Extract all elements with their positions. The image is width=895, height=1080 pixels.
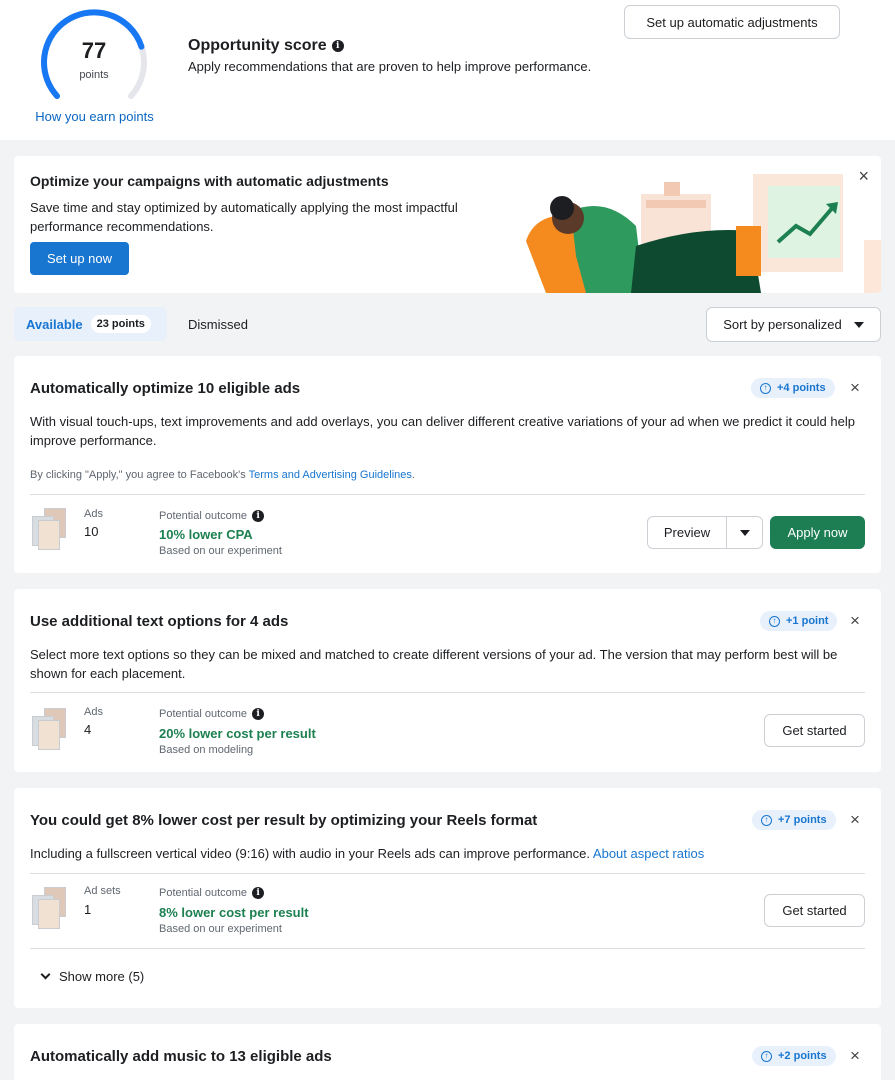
setup-now-button[interactable]: Set up now — [30, 242, 129, 275]
caret-down-icon — [853, 321, 864, 328]
terms-link[interactable]: Terms and Advertising Guidelines — [249, 469, 412, 481]
card-title: You could get 8% lower cost per result b… — [30, 812, 538, 829]
show-more-button[interactable]: Show more (5) — [40, 969, 145, 984]
recommendation-tabs: Available 23 points Dismissed Sort by pe… — [14, 307, 881, 342]
available-points-badge: 23 points — [90, 315, 151, 333]
tab-available-label: Available — [26, 316, 83, 332]
sort-label: Sort by personalized — [723, 317, 842, 332]
info-icon[interactable]: i — [252, 708, 265, 720]
page-title: Opportunity score i — [188, 37, 344, 55]
card-title: Automatically optimize 10 eligible ads — [30, 380, 301, 397]
arrow-up-icon: ↑ — [760, 382, 771, 394]
card-title: Use additional text options for 4 ads — [30, 613, 289, 630]
automatic-adjustments-banner: Optimize your campaigns with automatic a… — [14, 156, 881, 293]
recommendation-card: Automatically optimize 10 eligible ads ↑… — [14, 356, 881, 573]
show-more-label: Show more (5) — [59, 969, 145, 984]
chevron-down-icon — [40, 969, 51, 980]
points-badge: ↑ +7 points — [752, 810, 836, 830]
legal-suffix: . — [411, 469, 415, 481]
card-description: Including a fullscreen vertical video (9… — [30, 844, 860, 863]
close-icon[interactable]: × — [858, 167, 869, 185]
ads-thumbnail-stack — [30, 885, 74, 929]
score-header: 77 points How you earn points Opportunit… — [0, 0, 895, 140]
setup-automatic-adjustments-button[interactable]: Set up automatic adjustments — [624, 5, 840, 39]
caret-down-icon — [739, 529, 750, 536]
card-title: Automatically add music to 13 eligible a… — [30, 1048, 332, 1065]
points-badge: ↑ +1 point — [760, 611, 838, 631]
preview-button[interactable]: Preview — [647, 516, 727, 549]
close-icon[interactable]: × — [850, 611, 860, 631]
card-description: Select more text options so they can be … — [30, 647, 838, 681]
preview-options-dropdown[interactable] — [726, 516, 763, 549]
outcome-basis: Based on our experiment — [159, 545, 282, 557]
tab-dismissed[interactable]: Dismissed — [188, 317, 248, 332]
info-icon[interactable]: i — [331, 40, 344, 52]
meta-label: Ads — [84, 706, 103, 718]
card-description: With visual touch-ups, text improvements… — [30, 414, 855, 448]
recommendation-card: You could get 8% lower cost per result b… — [14, 788, 881, 1008]
meta-label: Ad sets — [84, 885, 121, 897]
legal-text: By clicking "Apply," you agree to Facebo… — [30, 469, 415, 481]
meta-value: 4 — [84, 722, 92, 737]
potential-outcome-label: Potential outcome i — [159, 708, 265, 720]
info-icon[interactable]: i — [252, 887, 265, 899]
divider — [30, 873, 865, 874]
meta-value: 10 — [84, 524, 99, 539]
outcome-label-text: Potential outcome — [159, 887, 248, 899]
ads-thumbnail-stack — [30, 506, 74, 550]
outcome-value: 8% lower cost per result — [159, 905, 309, 920]
info-icon[interactable]: i — [252, 510, 265, 522]
relaxing-person-illustration — [526, 174, 881, 293]
about-aspect-ratios-link[interactable]: About aspect ratios — [593, 846, 704, 861]
get-started-button[interactable]: Get started — [764, 894, 865, 927]
close-icon[interactable]: × — [850, 378, 860, 398]
outcome-label-text: Potential outcome — [159, 708, 248, 720]
points-badge: ↑ +2 points — [752, 1046, 836, 1066]
banner-text: Save time and stay optimized by automati… — [30, 200, 458, 234]
arrow-up-icon: ↑ — [769, 615, 780, 627]
outcome-value: 10% lower CPA — [159, 527, 253, 542]
divider — [30, 494, 865, 495]
points-badge: ↑ +4 points — [751, 378, 835, 398]
divider — [30, 692, 865, 693]
arrow-up-icon: ↑ — [761, 1050, 772, 1062]
close-icon[interactable]: × — [850, 810, 860, 830]
outcome-basis: Based on modeling — [159, 744, 254, 756]
score-value: 77 — [81, 38, 107, 63]
banner-title: Optimize your campaigns with automatic a… — [30, 173, 389, 189]
ads-thumbnail-stack — [30, 706, 74, 750]
outcome-basis: Based on our experiment — [159, 923, 282, 935]
arrow-up-icon: ↑ — [761, 814, 772, 826]
close-icon[interactable]: × — [850, 1046, 860, 1066]
points-label: +4 points — [777, 382, 826, 394]
meta-label: Ads — [84, 508, 103, 520]
sort-dropdown[interactable]: Sort by personalized — [706, 307, 881, 342]
get-started-button[interactable]: Get started — [764, 714, 865, 747]
points-label: +7 points — [778, 814, 827, 826]
recommendation-card: Use additional text options for 4 ads ↑ … — [14, 589, 881, 772]
points-label: +2 points — [778, 1050, 827, 1062]
outcome-label-text: Potential outcome — [159, 510, 248, 522]
opportunity-score-title: Opportunity score — [188, 37, 327, 54]
score-unit: points — [79, 69, 109, 81]
divider — [30, 948, 865, 949]
recommendation-card: Automatically add music to 13 eligible a… — [14, 1024, 881, 1080]
points-label: +1 point — [786, 615, 829, 627]
apply-now-button[interactable]: Apply now — [770, 516, 865, 549]
meta-value: 1 — [84, 902, 92, 917]
outcome-value: 20% lower cost per result — [159, 726, 316, 741]
potential-outcome-label: Potential outcome i — [159, 887, 265, 899]
legal-prefix: By clicking "Apply," you agree to Facebo… — [30, 469, 249, 481]
tab-available[interactable]: Available 23 points — [14, 307, 167, 341]
page-subtitle: Apply recommendations that are proven to… — [188, 59, 592, 74]
potential-outcome-label: Potential outcome i — [159, 510, 265, 522]
description-text: Including a fullscreen vertical video (9… — [30, 846, 591, 861]
how-you-earn-points-link[interactable]: How you earn points — [22, 109, 167, 124]
